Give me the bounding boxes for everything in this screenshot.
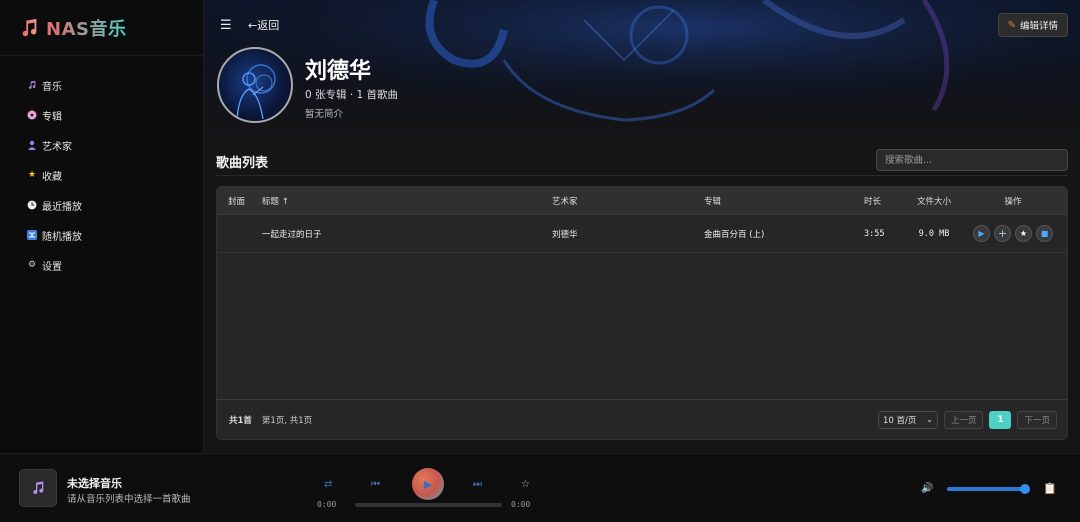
sidebar: NAS音乐 音乐 专辑 艺术家 ★ 收藏 最近播放 随机播放 ⚙ 设置: [0, 0, 204, 453]
progress-bar[interactable]: [355, 503, 502, 507]
favorite-button[interactable]: ★: [1015, 225, 1032, 242]
col-title[interactable]: 标题 ↑: [255, 195, 552, 207]
back-button[interactable]: ←返回: [248, 17, 279, 33]
col-album[interactable]: 专辑: [704, 195, 864, 207]
artist-stats: 0 张专辑 · 1 首歌曲: [305, 89, 399, 101]
row-size: 9.0 MB: [918, 228, 950, 239]
table-footer: 共1首 第1页, 共1页 10 首/页 ⌄ 上一页 1 下一页: [217, 399, 1067, 439]
next-page-button[interactable]: 下一页: [1017, 410, 1057, 429]
row-duration: 3:55: [864, 228, 885, 239]
sidebar-item-favorites[interactable]: ★ 收藏: [0, 160, 203, 190]
section-divider: [216, 175, 1068, 176]
main-content: ☰ ←返回 ✎ 编辑详情 刘德华 0 张专辑 · 1 首歌曲 暂无简介 歌曲列表…: [204, 0, 1080, 453]
favorite-button[interactable]: ☆: [521, 479, 530, 490]
playlist-icon[interactable]: 📋: [1043, 482, 1057, 495]
more-button[interactable]: ■: [1036, 225, 1053, 242]
prev-page-button[interactable]: 上一页: [943, 410, 984, 429]
star-outline-icon: ☆: [521, 479, 530, 490]
col-size[interactable]: 文件大小: [901, 195, 967, 207]
current-page-button[interactable]: 1: [989, 410, 1012, 429]
col-duration[interactable]: 时长: [864, 195, 901, 207]
add-to-playlist-button[interactable]: +: [994, 225, 1011, 242]
edit-details-label: 编辑详情: [1019, 21, 1058, 32]
now-playing-title: 未选择音乐: [67, 477, 122, 490]
player-bar: 未选择音乐 请从音乐列表中选择一首歌曲 ⇄ ⏮ ▶ ⏭ ☆ 0:00 0:00 …: [0, 453, 1080, 522]
next-icon: ⏭: [473, 479, 482, 490]
search-songs-input[interactable]: [876, 149, 1068, 171]
row-ops: ▶ + ★ ■: [967, 225, 1059, 242]
row-artist: 刘德华: [552, 229, 578, 240]
time-current: 0:00: [317, 500, 337, 509]
artist-intro: 暂无简介: [305, 109, 344, 120]
table-row[interactable]: 一起走过的日子 刘德华 金曲百分百 (上) 3:55 9.0 MB ▶ + ★ …: [217, 215, 1067, 253]
page-info: 第1页, 共1页: [261, 415, 313, 426]
sidebar-item-recent[interactable]: 最近播放: [0, 190, 203, 220]
song-list-title: 歌曲列表: [216, 156, 269, 171]
pagination: 10 首/页 ⌄ 上一页 1 下一页: [877, 410, 1057, 429]
sidebar-item-settings[interactable]: ⚙ 设置: [0, 250, 203, 280]
col-cover: 封面: [228, 196, 246, 207]
pencil-icon: ✎: [1007, 19, 1016, 31]
volume-icon[interactable]: 🔊: [921, 483, 933, 494]
volume-slider[interactable]: [947, 484, 1030, 494]
sidebar-item-music[interactable]: 音乐: [0, 70, 203, 100]
brand-name: NAS音乐: [46, 15, 126, 41]
music-note-logo-icon: [22, 18, 37, 36]
disc-icon: [26, 109, 38, 121]
chevron-down-icon: ⌄: [925, 414, 933, 425]
play-button[interactable]: ▶: [973, 225, 990, 242]
music-note-icon: [33, 481, 44, 495]
repeat-icon: ⇄: [324, 479, 333, 490]
volume-fill: [947, 487, 1025, 491]
total-count: 共1首: [229, 415, 252, 426]
row-album: 金曲百分百 (上): [704, 229, 765, 240]
play-icon: ▶: [423, 477, 433, 491]
shuffle-icon: [26, 229, 38, 241]
page-size-value: 10 首/页: [882, 415, 917, 426]
music-note-icon: [26, 79, 38, 91]
volume-handle[interactable]: [1020, 484, 1030, 494]
clock-icon: [26, 199, 38, 211]
sidebar-item-label: 艺术家: [42, 141, 72, 153]
sidebar-item-artists[interactable]: 艺术家: [0, 130, 203, 160]
table-header: 封面 标题 ↑ 艺术家 专辑 时长 文件大小 操作: [217, 187, 1067, 215]
sidebar-item-albums[interactable]: 专辑: [0, 100, 203, 130]
prev-track-button[interactable]: ⏮: [371, 479, 380, 490]
sidebar-item-label: 收藏: [42, 171, 62, 183]
page-size-select[interactable]: 10 首/页 ⌄: [877, 410, 938, 429]
topbar: ☰ ←返回: [220, 17, 279, 33]
sidebar-nav: 音乐 专辑 艺术家 ★ 收藏 最近播放 随机播放 ⚙ 设置: [0, 70, 203, 280]
now-playing-cover: [19, 469, 57, 507]
sidebar-item-label: 随机播放: [42, 231, 82, 243]
repeat-button[interactable]: ⇄: [324, 479, 332, 490]
star-icon: ★: [27, 170, 37, 180]
star-icon: ★: [1019, 229, 1028, 238]
sidebar-item-label: 音乐: [42, 81, 62, 93]
time-total: 0:00: [511, 500, 531, 509]
edit-details-button[interactable]: ✎ 编辑详情: [997, 13, 1068, 37]
col-artist[interactable]: 艺术家: [552, 195, 704, 207]
row-title: 一起走过的日子: [262, 229, 322, 240]
list-icon: ■: [1040, 229, 1049, 238]
prev-icon: ⏮: [371, 479, 380, 490]
menu-icon[interactable]: ☰: [220, 18, 238, 33]
artist-hero: ☰ ←返回 ✎ 编辑详情 刘德华 0 张专辑 · 1 首歌曲 暂无简介: [204, 0, 1080, 140]
person-icon: [26, 139, 38, 151]
next-track-button[interactable]: ⏭: [473, 479, 482, 490]
now-playing-subtitle: 请从音乐列表中选择一首歌曲: [67, 494, 191, 505]
gear-icon: ⚙: [27, 260, 37, 270]
play-pause-button[interactable]: ▶: [412, 468, 444, 500]
brand[interactable]: NAS音乐: [0, 0, 203, 56]
artist-name: 刘德华: [305, 59, 372, 84]
plus-icon: +: [997, 227, 1008, 240]
sidebar-item-label: 专辑: [42, 111, 62, 123]
sidebar-item-label: 设置: [42, 261, 62, 273]
sidebar-item-label: 最近播放: [42, 201, 82, 213]
play-icon: ▶: [978, 229, 985, 238]
artist-avatar: [217, 47, 293, 123]
col-ops: 操作: [1004, 196, 1022, 207]
song-table: 封面 标题 ↑ 艺术家 专辑 时长 文件大小 操作 一起走过的日子 刘德华 金曲…: [216, 186, 1068, 440]
sidebar-item-shuffle[interactable]: 随机播放: [0, 220, 203, 250]
